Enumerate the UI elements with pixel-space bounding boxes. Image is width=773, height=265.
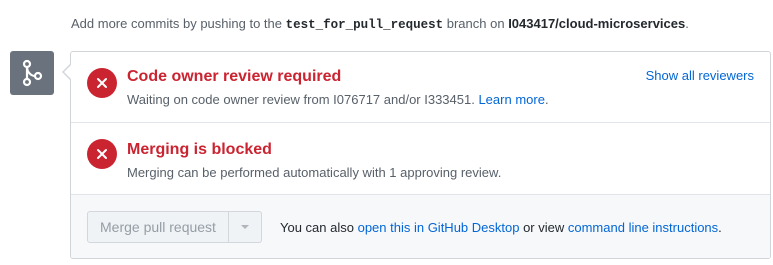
- merge-button-group: Merge pull request: [87, 211, 262, 243]
- repo-name: I043417/cloud-microservices: [508, 16, 686, 31]
- branch-name: test_for_pull_request: [285, 18, 444, 32]
- merge-pull-request-button[interactable]: Merge pull request: [87, 211, 229, 243]
- x-icon: [87, 68, 117, 98]
- learn-more-link[interactable]: Learn more: [478, 92, 544, 107]
- show-all-reviewers-link[interactable]: Show all reviewers: [646, 68, 754, 83]
- command-line-instructions-link[interactable]: command line instructions: [568, 220, 718, 235]
- hint-middle: branch on: [443, 16, 509, 31]
- alt-middle: or view: [519, 220, 568, 235]
- review-desc-text: Waiting on code owner review from I07671…: [127, 92, 479, 107]
- alt-prefix: You can also: [280, 220, 358, 235]
- push-hint: Add more commits by pushing to the test_…: [71, 16, 689, 32]
- x-icon: [87, 139, 117, 169]
- code-owner-review-section: Code owner review required Waiting on co…: [71, 52, 770, 123]
- merge-status-box: Code owner review required Waiting on co…: [62, 51, 771, 259]
- merge-action-section: Merge pull request You can also open thi…: [71, 195, 770, 258]
- hint-prefix: Add more commits by pushing to the: [71, 16, 286, 31]
- open-github-desktop-link[interactable]: open this in GitHub Desktop: [358, 220, 520, 235]
- review-title: Code owner review required: [127, 68, 342, 85]
- blocked-title: Merging is blocked: [127, 141, 272, 158]
- triangle-down-icon: [240, 225, 249, 229]
- alt-suffix: .: [718, 220, 722, 235]
- merge-blocked-section: Merging is blocked Merging can be perfor…: [71, 123, 770, 195]
- alternative-options-text: You can also open this in GitHub Desktop…: [280, 220, 722, 235]
- review-description: Waiting on code owner review from I07671…: [127, 92, 549, 107]
- blocked-description: Merging can be performed automatically w…: [127, 165, 502, 180]
- hint-suffix: .: [685, 16, 689, 31]
- merge-options-dropdown-button[interactable]: [228, 211, 262, 243]
- review-desc-end: .: [544, 92, 549, 107]
- git-merge-icon: [10, 51, 54, 95]
